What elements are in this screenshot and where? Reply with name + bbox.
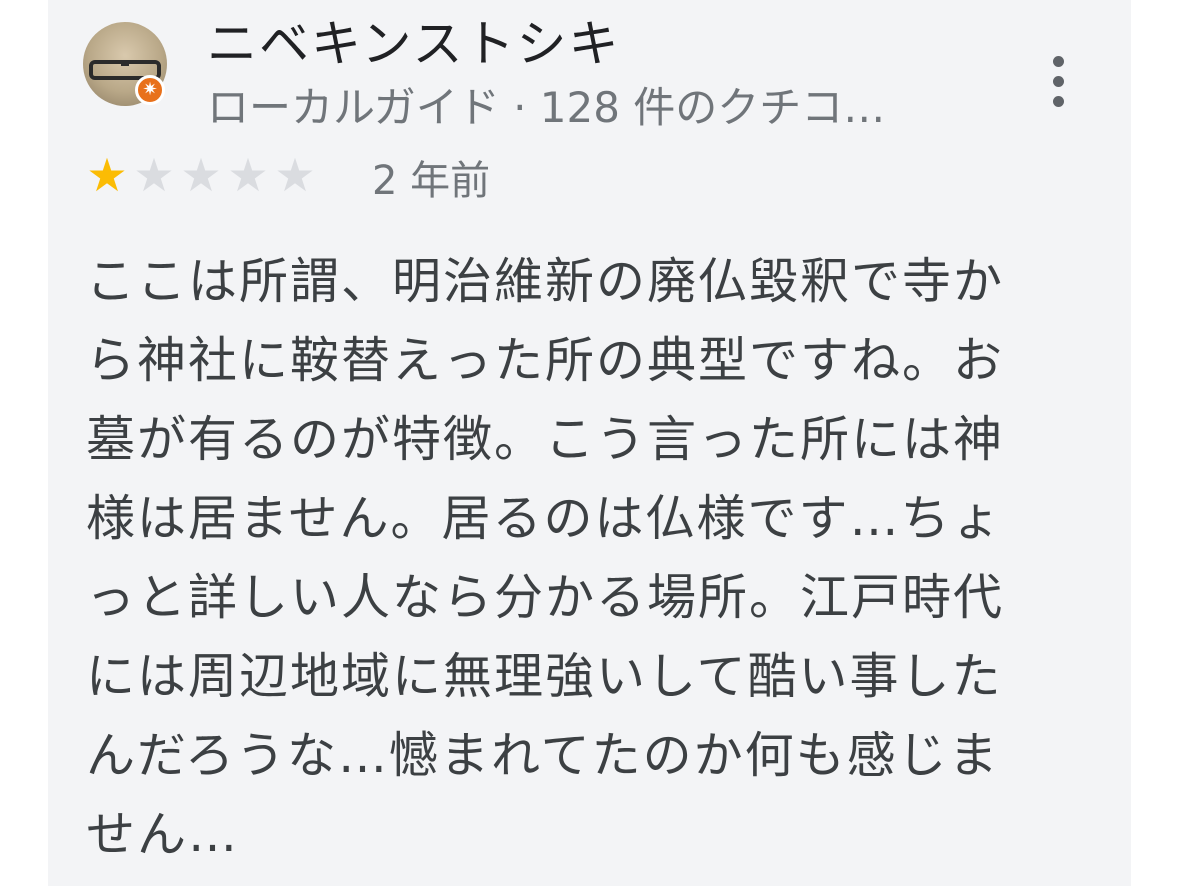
star-filled-icon: ★ bbox=[86, 148, 128, 202]
review-text-line: 様は居ません。居るのは仏様です…ちょ bbox=[86, 490, 1003, 547]
star-rating: ★ ★ ★ ★ ★ bbox=[84, 146, 319, 204]
author-name[interactable]: ニベキンストシキ bbox=[207, 4, 621, 76]
star-empty-icon: ★ bbox=[274, 148, 316, 202]
review-text-line: には周辺地域に無理強いして酷い事した bbox=[86, 648, 1003, 705]
review-text-line: せん… bbox=[86, 806, 240, 863]
review-text: ここは所謂、明治維新の廃仏毀釈で寺か ら神社に鞍替えった所の典型ですね。お 墓が有る… bbox=[86, 242, 1076, 874]
more-options-button[interactable] bbox=[1040, 52, 1076, 112]
star-empty-icon: ★ bbox=[227, 148, 269, 202]
star-empty-icon: ★ bbox=[180, 148, 222, 202]
review-text-line: 墓が有るのが特徴。こう言った所には神 bbox=[86, 411, 1005, 468]
local-guide-badge-icon: ✷ bbox=[135, 75, 165, 105]
author-meta[interactable]: ローカルガイド · 128 件のクチコ… bbox=[207, 74, 885, 135]
review-text-line: っと詳しい人なら分かる場所。江戸時代 bbox=[86, 569, 1005, 626]
star-empty-icon: ★ bbox=[133, 148, 175, 202]
review-text-line: ここは所謂、明治維新の廃仏毀釈で寺か bbox=[86, 253, 1005, 310]
review-text-line: んだろうな…憾まれてたのか何も感じま bbox=[86, 727, 1000, 784]
review-text-line: ら神社に鞍替えった所の典型ですね。お bbox=[86, 332, 1005, 389]
review-date: 2 年前 bbox=[372, 158, 491, 204]
more-vert-icon bbox=[1053, 56, 1064, 67]
